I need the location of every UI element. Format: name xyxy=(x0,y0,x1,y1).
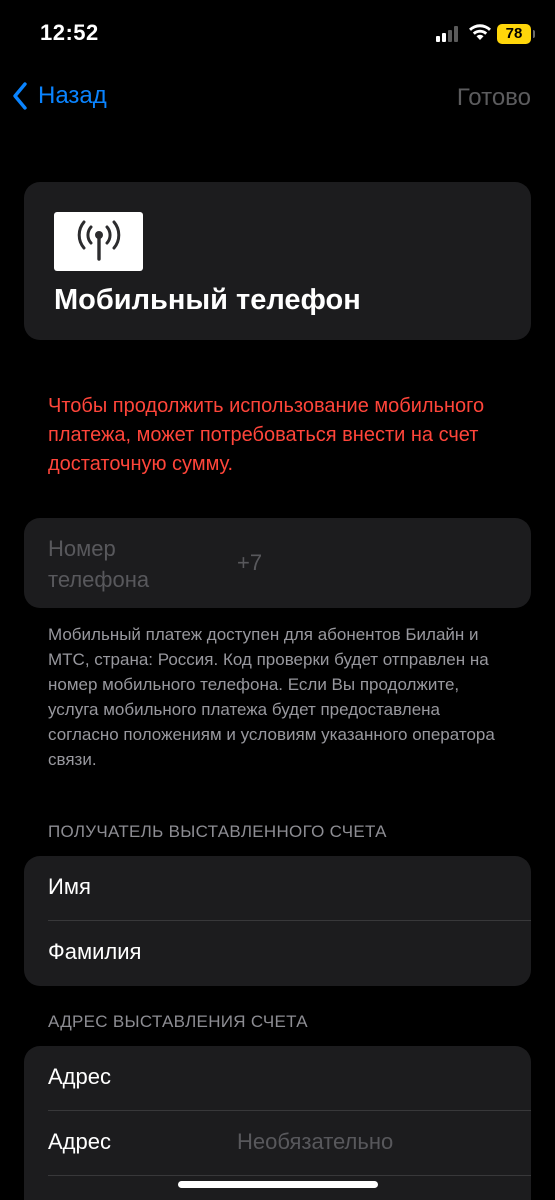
battery-icon: 78 xyxy=(497,24,535,44)
warning-message: Чтобы продолжить использование мобильног… xyxy=(48,395,485,475)
payment-method-header-card: Мобильный телефон xyxy=(24,182,531,340)
phone-number-label: Номер телефона xyxy=(48,536,150,592)
back-button[interactable]: Назад xyxy=(12,82,107,110)
first-name-label: Имя xyxy=(48,874,91,899)
wifi-icon xyxy=(468,22,492,42)
info-footnote: Мобильный платеж доступен для абонентов … xyxy=(48,625,495,769)
cellular-antenna-icon xyxy=(54,212,143,271)
navigation-bar: Назад Готово xyxy=(0,76,555,122)
address-line2-label: Адрес xyxy=(48,1129,111,1154)
chevron-left-icon xyxy=(13,82,27,110)
address-line1-label: Адрес xyxy=(48,1064,111,1089)
phone-number-field[interactable]: Номер телефона +7 xyxy=(24,518,531,608)
home-indicator[interactable] xyxy=(178,1181,378,1188)
billing-address-group: Адрес Адрес Необязательно xyxy=(24,1046,531,1200)
address-line2-input[interactable]: Необязательно xyxy=(237,1129,393,1155)
first-name-row[interactable]: Имя xyxy=(24,856,531,921)
back-button-label: Назад xyxy=(38,82,107,109)
address-line1-row[interactable]: Адрес xyxy=(24,1046,531,1111)
cellular-signal-icon xyxy=(436,26,462,42)
billing-address-section-header: АДРЕС ВЫСТАВЛЕНИЯ СЧЕТА xyxy=(48,1012,308,1031)
done-button[interactable]: Готово xyxy=(457,84,531,112)
billing-recipient-section-header: ПОЛУЧАТЕЛЬ ВЫСТАВЛЕННОГО СЧЕТА xyxy=(48,822,387,841)
phone-number-input[interactable]: +7 xyxy=(237,550,262,576)
last-name-row[interactable]: Фамилия xyxy=(24,921,531,986)
last-name-label: Фамилия xyxy=(48,939,142,964)
status-bar: 12:52 78 xyxy=(0,0,555,70)
page-title: Мобильный телефон xyxy=(54,284,361,316)
status-time: 12:52 xyxy=(40,20,99,45)
row-divider xyxy=(48,1175,531,1176)
address-line2-row[interactable]: Адрес Необязательно xyxy=(24,1111,531,1176)
billing-recipient-group: Имя Фамилия xyxy=(24,856,531,986)
